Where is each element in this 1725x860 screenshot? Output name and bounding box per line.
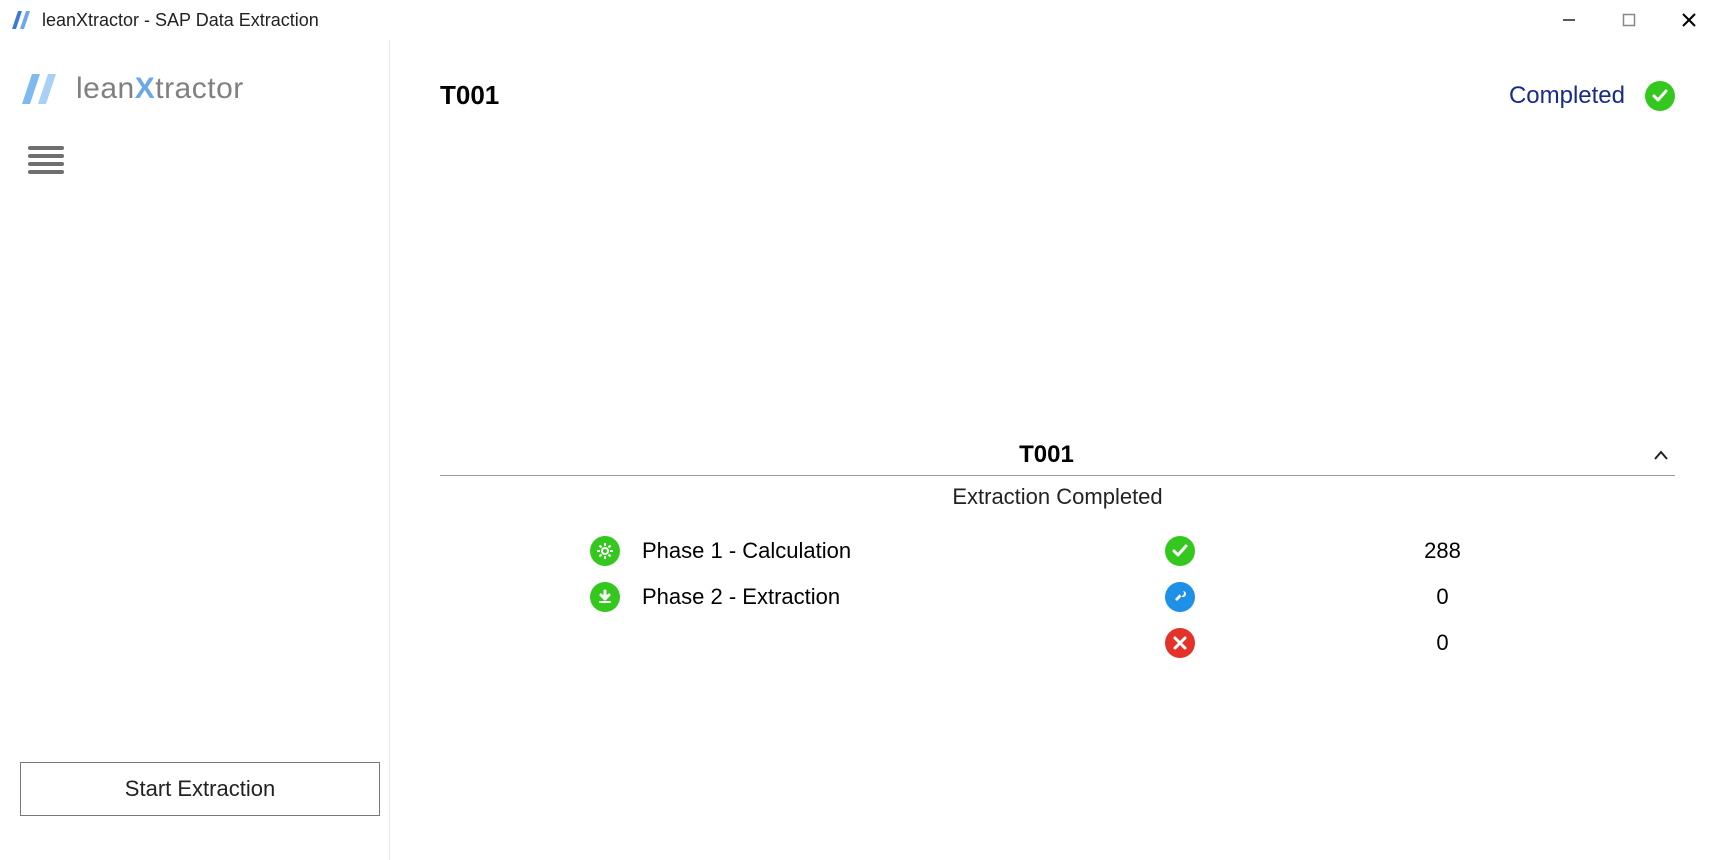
gear-icon <box>590 536 620 566</box>
brand-text: leanXtractor <box>76 72 244 106</box>
phase-label: Phase 2 - Extraction <box>630 584 1150 610</box>
minimize-button[interactable] <box>1539 0 1599 40</box>
section-header[interactable]: T001 <box>440 441 1675 476</box>
brand-logo-icon <box>20 70 68 108</box>
download-icon <box>590 582 620 612</box>
error-icon <box>1165 628 1195 658</box>
close-button[interactable] <box>1659 0 1719 40</box>
phase-count: 288 <box>1210 538 1675 564</box>
check-icon <box>1645 81 1675 111</box>
brand: leanXtractor <box>20 70 369 108</box>
section-title: T001 <box>440 441 1653 469</box>
status-label: Completed <box>1509 82 1625 110</box>
menu-button[interactable] <box>22 136 70 184</box>
phase-count: 0 <box>1210 584 1675 610</box>
wrench-icon <box>1165 582 1195 612</box>
phase-row: Phase 1 - Calculation 288 <box>440 528 1675 574</box>
phase-row: Phase 2 - Extraction 0 <box>440 574 1675 620</box>
phase-row: 0 <box>440 620 1675 666</box>
sidebar: leanXtractor Start Extraction <box>0 40 390 860</box>
check-icon <box>1165 536 1195 566</box>
header-row: T001 Completed <box>440 80 1675 111</box>
main-panel: T001 Completed T001 Extraction Completed <box>390 40 1725 860</box>
section-subtitle: Extraction Completed <box>440 476 1675 528</box>
app-logo-icon <box>10 9 34 31</box>
start-extraction-button[interactable]: Start Extraction <box>20 762 380 816</box>
phase-label: Phase 1 - Calculation <box>630 538 1150 564</box>
collapse-icon <box>1653 449 1675 461</box>
phase-count: 0 <box>1210 630 1675 656</box>
window-title: leanXtractor - SAP Data Extraction <box>42 10 319 31</box>
page-title: T001 <box>440 80 499 111</box>
details-section: T001 Extraction Completed Phase 1 - Calc… <box>440 441 1675 666</box>
maximize-button[interactable] <box>1599 0 1659 40</box>
titlebar: leanXtractor - SAP Data Extraction <box>0 0 1725 40</box>
